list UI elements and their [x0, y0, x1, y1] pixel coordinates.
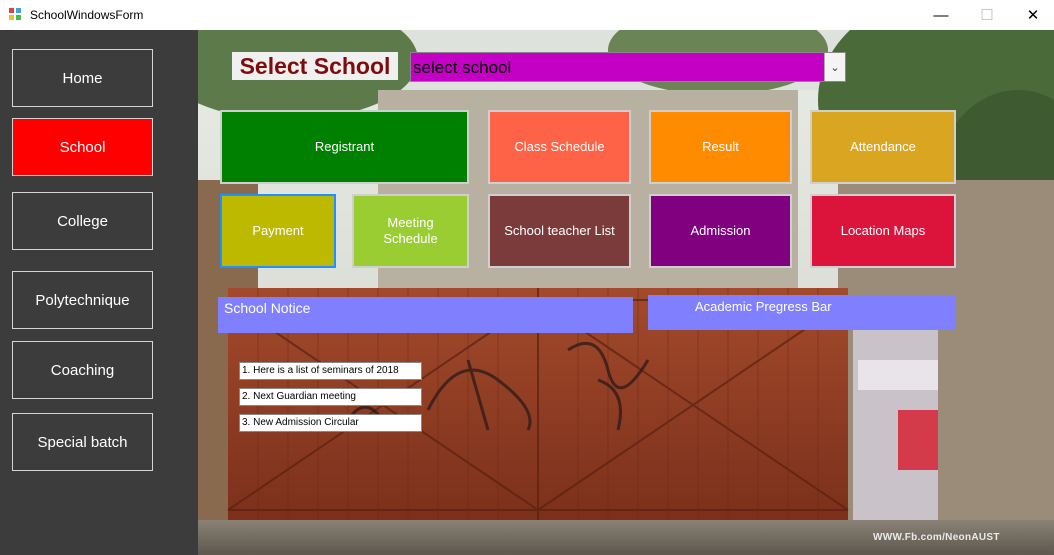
notice-item[interactable]: 1. Here is a list of seminars of 2018	[239, 362, 422, 380]
chevron-down-icon[interactable]: ⌄	[824, 53, 845, 81]
close-button[interactable]: ✕	[1010, 0, 1054, 30]
payment-button[interactable]: Payment	[220, 194, 336, 268]
school-notice-header: School Notice	[218, 297, 633, 333]
sidebar-item-college[interactable]: College	[12, 192, 153, 250]
school-combo-box[interactable]: select school ⌄	[410, 52, 846, 82]
location-maps-button[interactable]: Location Maps	[810, 194, 956, 268]
class-schedule-button[interactable]: Class Schedule	[488, 110, 631, 184]
academic-progress-bar-panel: Academic Pregress Bar	[648, 295, 955, 330]
sidebar-item-coaching[interactable]: Coaching	[12, 341, 153, 399]
sidebar-item-home[interactable]: Home	[12, 49, 153, 107]
school-gate-background-image	[198, 30, 1054, 555]
registrant-button[interactable]: Registrant	[220, 110, 469, 184]
school-combo-value: select school	[413, 58, 512, 77]
meeting-schedule-button[interactable]: Meeting Schedule	[352, 194, 469, 268]
attendance-button[interactable]: Attendance	[810, 110, 956, 184]
watermark-text: WWW.Fb.com/NeonAUST	[873, 532, 1000, 543]
select-school-label: Select School	[232, 52, 398, 80]
notice-item[interactable]: 2. Next Guardian meeting	[239, 388, 422, 406]
sidebar-item-special-batch[interactable]: Special batch	[12, 413, 153, 471]
result-button[interactable]: Result	[649, 110, 792, 184]
admission-button[interactable]: Admission	[649, 194, 792, 268]
minimize-button[interactable]: —	[918, 0, 964, 30]
academic-progress-bar-title: Academic Pregress Bar	[695, 299, 832, 314]
main-panel: Select School select school ⌄ Registrant…	[198, 30, 1054, 555]
school-teacher-list-button[interactable]: School teacher List	[488, 194, 631, 268]
sidebar-item-school[interactable]: School	[12, 118, 153, 176]
sidebar-item-polytechnique[interactable]: Polytechnique	[12, 271, 153, 329]
sidebar: Home School College Polytechnique Coachi…	[0, 30, 198, 555]
notice-item[interactable]: 3. New Admission Circular	[239, 414, 422, 432]
title-bar: SchoolWindowsForm — ☐ ✕	[0, 0, 1054, 30]
maximize-button[interactable]: ☐	[964, 0, 1010, 30]
window-title: SchoolWindowsForm	[30, 8, 144, 22]
app-icon	[8, 7, 22, 21]
